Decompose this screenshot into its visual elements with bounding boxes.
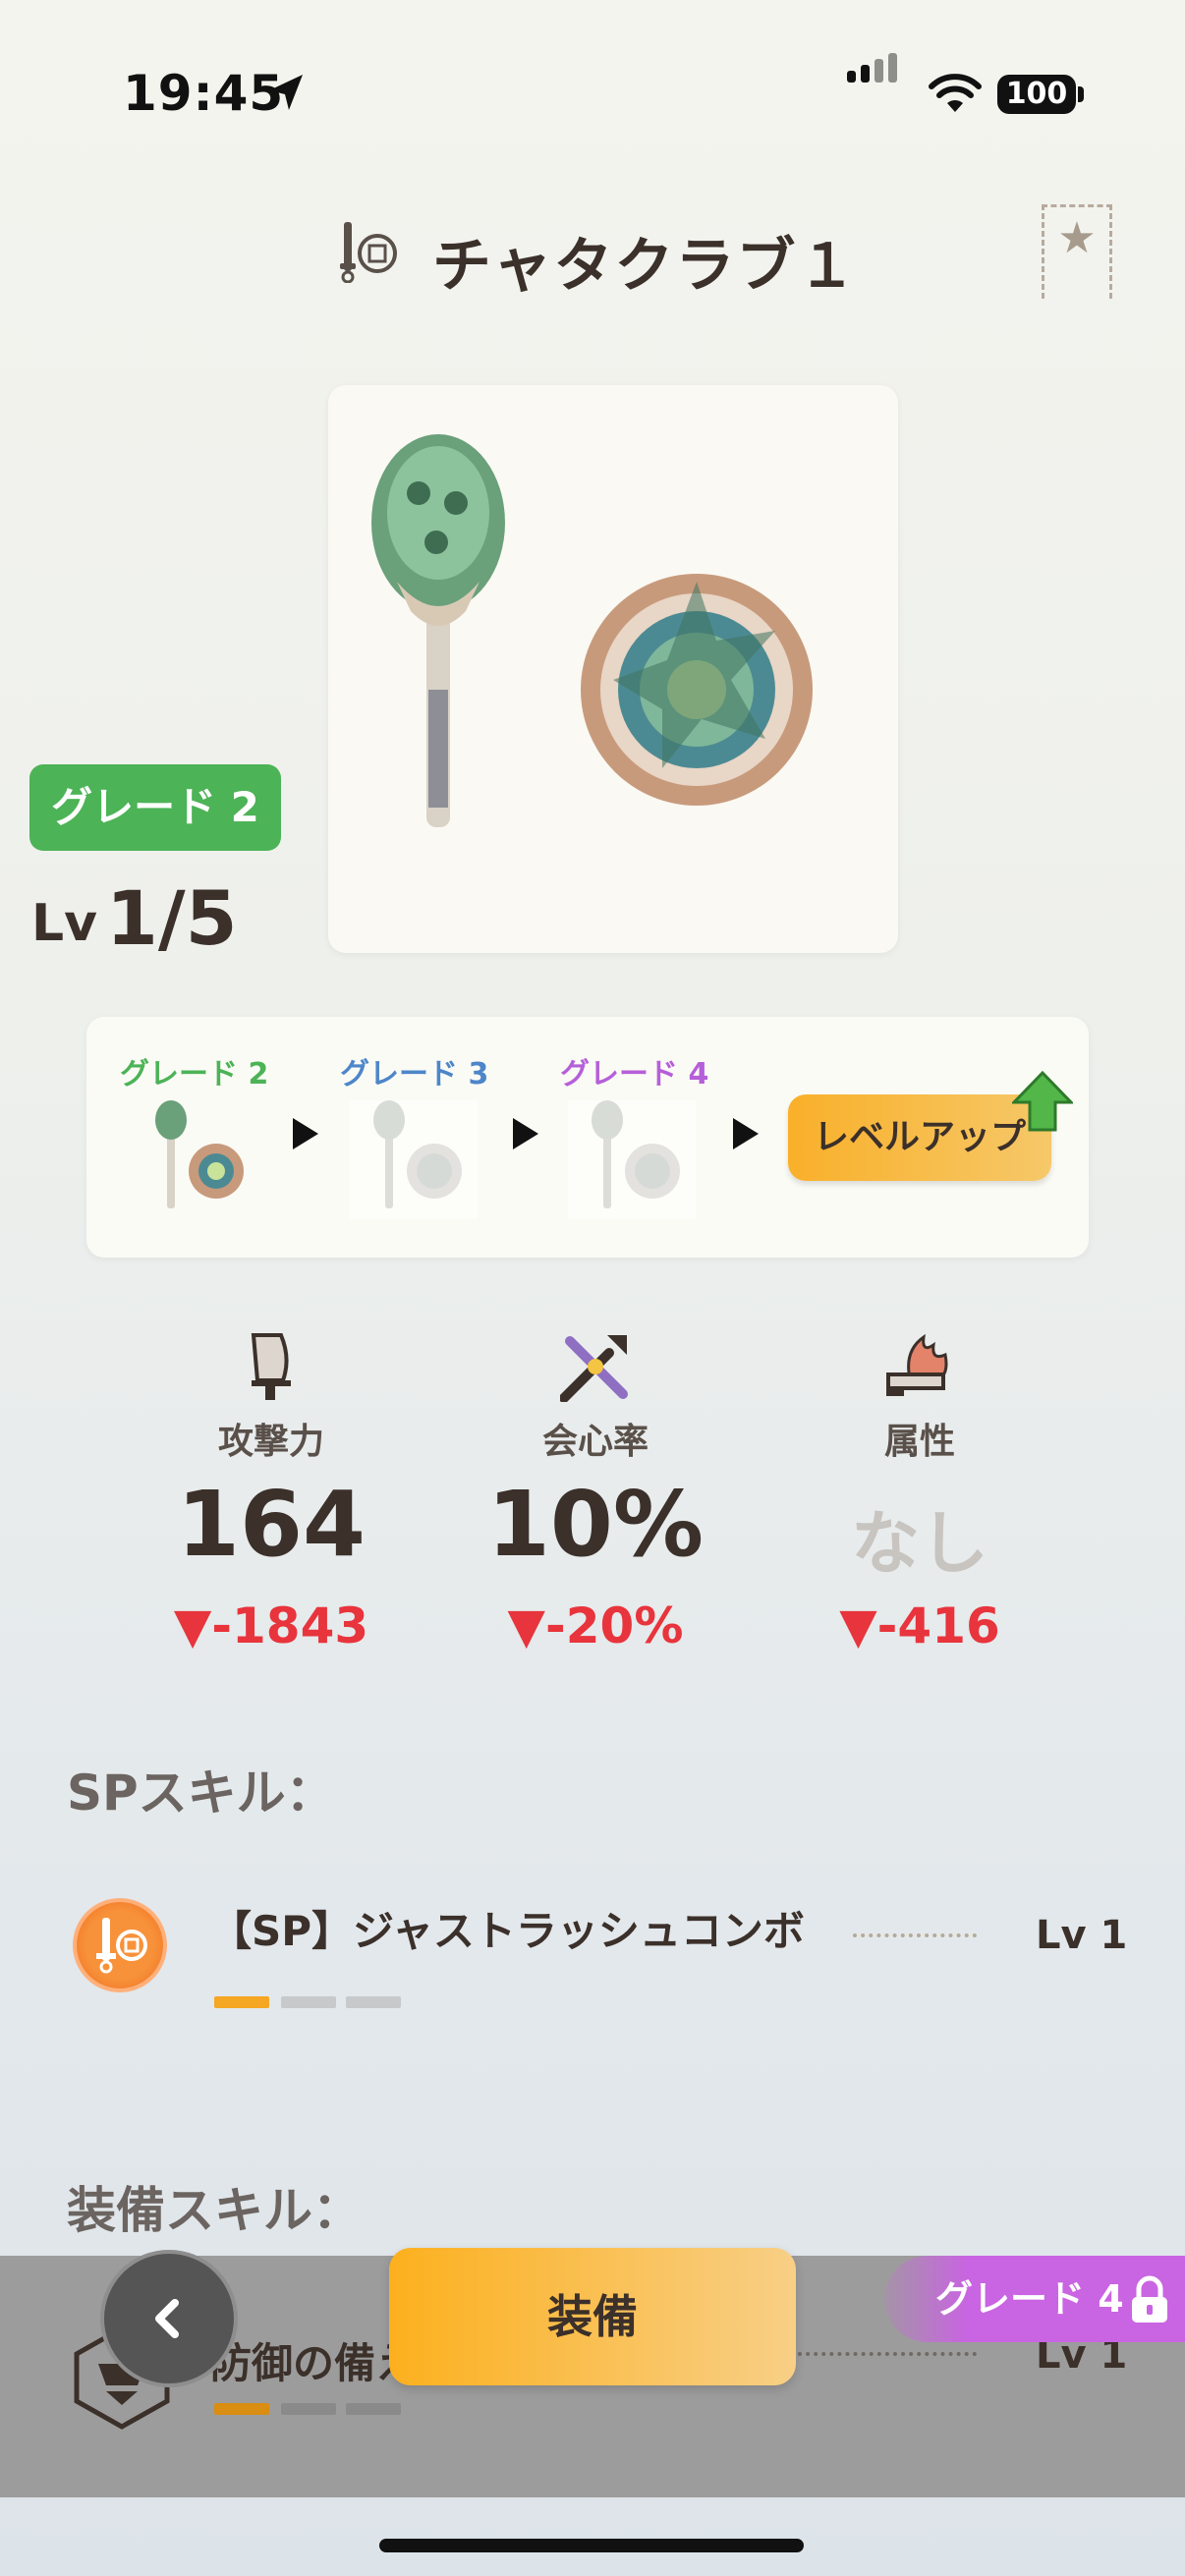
- path-arrow: [513, 1118, 538, 1149]
- status-time: 19:45: [123, 65, 285, 122]
- grade-3-thumbnail[interactable]: [350, 1100, 478, 1218]
- level-value: 1/5: [106, 874, 238, 962]
- element-value: なし: [851, 1503, 988, 1584]
- up-arrow-icon: [1012, 1071, 1073, 1132]
- grade-2-thumbnail[interactable]: [132, 1100, 259, 1218]
- sp-skills-title: SPスキル：: [67, 1764, 335, 1821]
- skill-progress-segment: [346, 1996, 401, 2008]
- skill-progress-segment: [281, 1996, 336, 2008]
- skill-progress-segment: [281, 2403, 336, 2415]
- path-grade-3: グレード 3: [340, 1057, 489, 1092]
- grade-badge: グレード 2: [29, 764, 281, 851]
- equip-button[interactable]: 装備: [389, 2248, 796, 2385]
- crit-delta: ▼-20%: [507, 1597, 684, 1654]
- equip-skills-title: 装備スキル：: [67, 2182, 362, 2239]
- hammer-shield-icon: [96, 1918, 147, 1974]
- sword-icon: [251, 1333, 291, 1400]
- equip-skill-name: 防御の備え: [210, 2339, 418, 2387]
- attack-label: 攻撃力: [217, 1422, 324, 1462]
- battery-tip: [1078, 86, 1084, 102]
- lock-icon: [1132, 2275, 1167, 2323]
- home-indicator: [379, 2539, 804, 2552]
- chevron-left-icon: [155, 2299, 179, 2338]
- hammer-shield-icon: [340, 222, 397, 283]
- path-grade-4: グレード 4: [560, 1057, 709, 1092]
- element-icon: [886, 1333, 948, 1396]
- sp-skill-name: 【SP】ジャストラッシュコンボ: [210, 1907, 805, 1955]
- skill-progress-segment: [346, 2403, 401, 2415]
- path-arrow: [293, 1118, 318, 1149]
- level-label: Lv: [31, 894, 98, 953]
- location-arrow-icon: [269, 75, 303, 110]
- crit-value: 10%: [486, 1472, 705, 1577]
- weapon-illustration: [371, 434, 813, 827]
- attack-value: 164: [176, 1472, 367, 1577]
- star-icon: ★: [1057, 213, 1097, 263]
- back-button[interactable]: [100, 2250, 238, 2387]
- skill-progress-segment-filled: [214, 2403, 269, 2415]
- grade-4-thumbnail[interactable]: [568, 1100, 696, 1218]
- crit-label: 会心率: [541, 1422, 649, 1462]
- skill-progress-segment-filled: [214, 1996, 269, 2008]
- sp-skill-icon: [73, 1898, 167, 1992]
- weapon-title: チャタクラブ１: [432, 232, 859, 301]
- sp-skill-level: Lv 1: [1036, 1913, 1128, 1958]
- dotted-leader: [798, 2352, 977, 2356]
- dotted-leader: [853, 1933, 977, 1937]
- weapon-image-panel: [328, 385, 898, 953]
- battery-indicator: 100: [997, 75, 1076, 114]
- element-label: 属性: [883, 1422, 955, 1462]
- crit-icon: [560, 1335, 628, 1402]
- path-arrow: [733, 1118, 759, 1149]
- element-delta: ▼-416: [839, 1597, 1000, 1654]
- path-grade-2: グレード 2: [120, 1057, 269, 1092]
- attack-delta: ▼-1843: [173, 1597, 369, 1654]
- wifi-icon: [929, 74, 982, 112]
